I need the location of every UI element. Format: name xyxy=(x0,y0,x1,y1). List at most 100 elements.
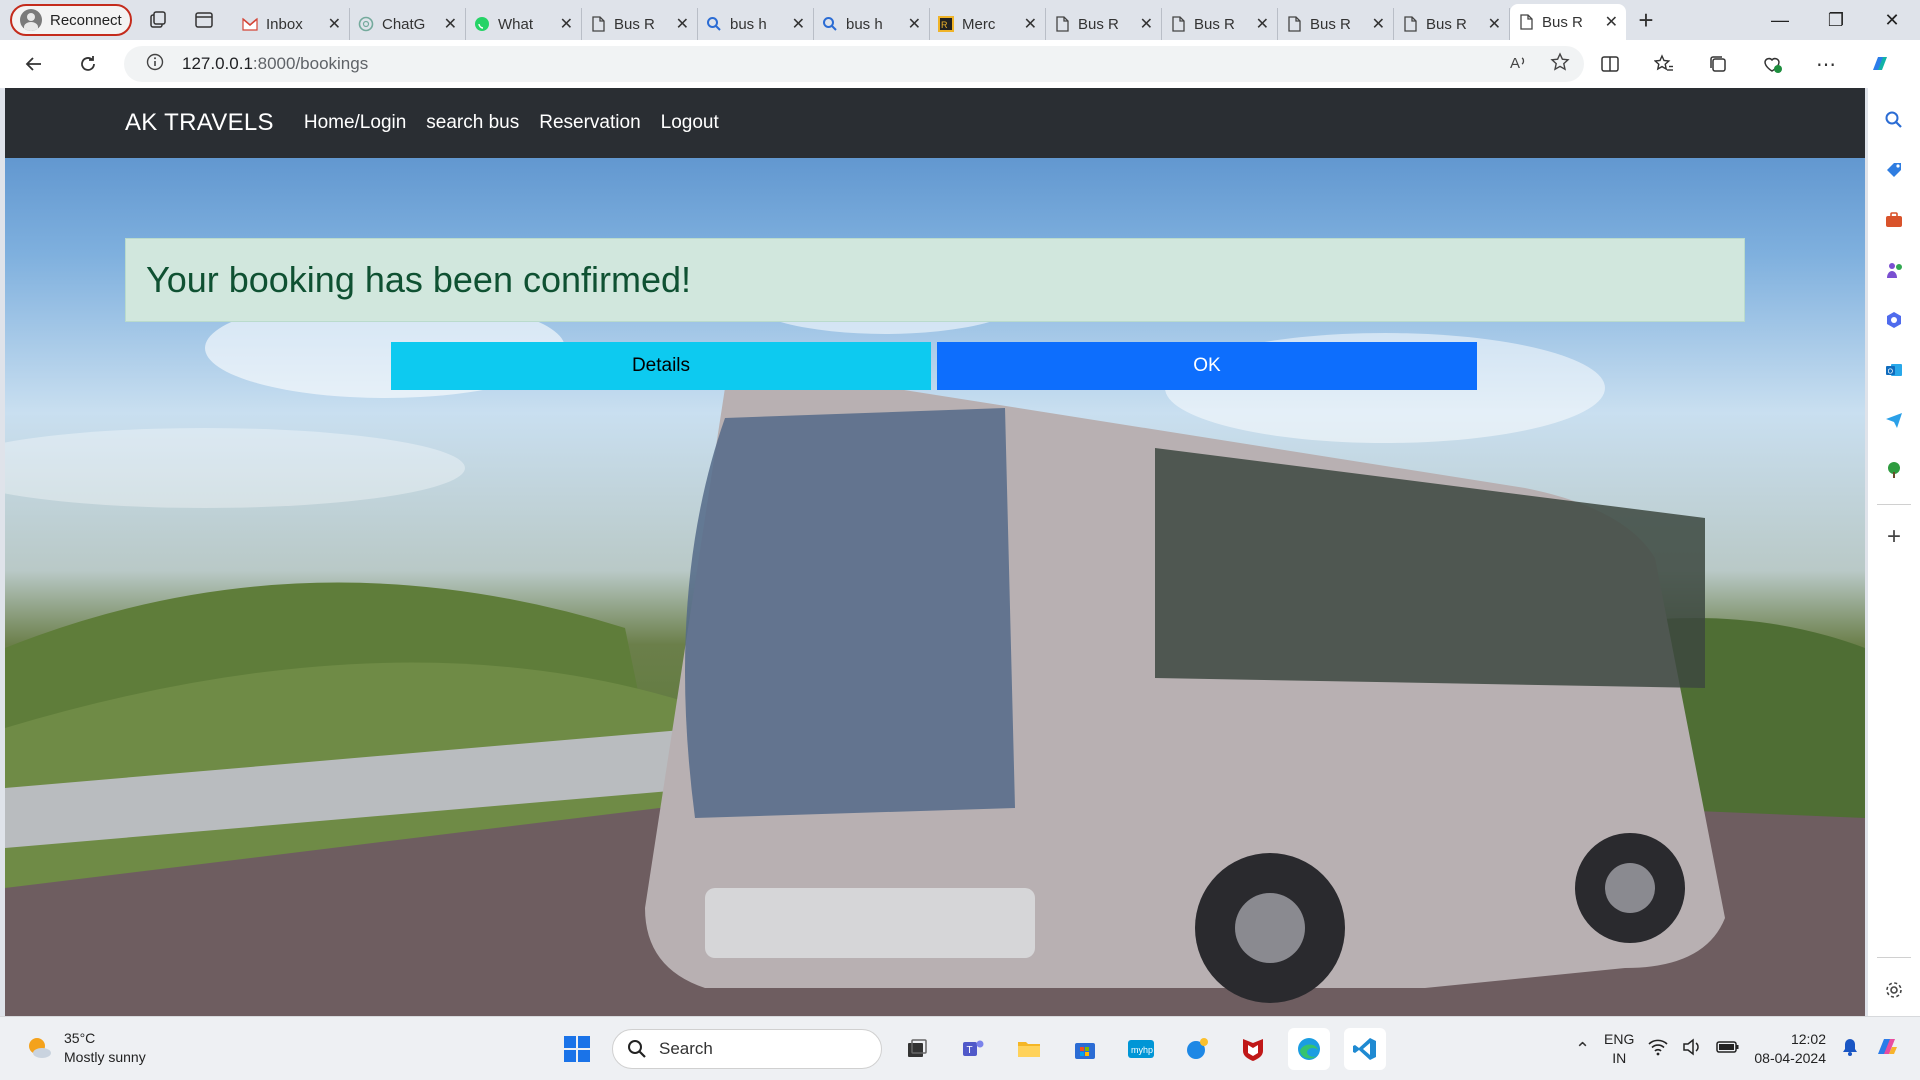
copilot-taskbar-icon[interactable] xyxy=(1874,1034,1900,1065)
tab-strip: Reconnect Inbox ✕ ChatG ✕ What ✕ Bus R ✕ bus h ✕ b… xyxy=(0,0,1920,40)
minimize-button[interactable]: — xyxy=(1752,0,1808,40)
close-window-button[interactable]: ✕ xyxy=(1864,0,1920,40)
more-options-icon[interactable]: ⋯ xyxy=(1806,44,1846,84)
url-text[interactable]: 127.0.0.1:8000/bookings xyxy=(182,54,368,74)
read-aloud-icon[interactable]: A xyxy=(1508,52,1528,77)
collections-icon[interactable] xyxy=(1698,44,1738,84)
close-tab-icon[interactable]: ✕ xyxy=(1372,14,1385,34)
mcafee-icon[interactable] xyxy=(1232,1028,1274,1070)
sidebar-divider xyxy=(1877,504,1911,505)
close-tab-icon[interactable]: ✕ xyxy=(1024,14,1037,34)
address-bar[interactable]: 127.0.0.1:8000/bookings A xyxy=(124,46,1584,82)
browser-tab[interactable]: ChatG ✕ xyxy=(350,8,466,40)
browser-tab[interactable]: Inbox ✕ xyxy=(234,8,350,40)
svg-text:myhp: myhp xyxy=(1131,1045,1153,1055)
close-tab-icon[interactable]: ✕ xyxy=(1256,14,1269,34)
copilot-icon[interactable] xyxy=(1860,44,1900,84)
workspaces-icon[interactable] xyxy=(138,4,178,36)
add-sidebar-app-icon[interactable]: + xyxy=(1876,519,1912,555)
browser-tab[interactable]: Bus R ✕ xyxy=(582,8,698,40)
browser-tab[interactable]: bus h ✕ xyxy=(814,8,930,40)
browser-tab[interactable]: What ✕ xyxy=(466,8,582,40)
browser-tab[interactable]: bus h ✕ xyxy=(698,8,814,40)
system-tray: ⌃ ENG IN 12:02 08-04-2024 xyxy=(1575,1025,1900,1073)
edge-browser-icon[interactable] xyxy=(1288,1028,1330,1070)
edge-sidebar: O + xyxy=(1868,88,1920,1016)
sidebar-search-icon[interactable] xyxy=(1876,102,1912,138)
tab-title: What xyxy=(498,15,534,33)
send-icon[interactable] xyxy=(1876,402,1912,438)
volume-icon[interactable] xyxy=(1682,1037,1702,1061)
sun-cloud-icon xyxy=(29,1038,51,1058)
close-tab-icon[interactable]: ✕ xyxy=(1605,12,1618,32)
close-tab-icon[interactable]: ✕ xyxy=(908,14,921,34)
tab-title: Bus R xyxy=(1078,15,1119,33)
nav-logout[interactable]: Logout xyxy=(661,112,719,134)
close-tab-icon[interactable]: ✕ xyxy=(328,14,341,34)
ok-button[interactable]: OK xyxy=(937,342,1477,390)
browser-tab[interactable]: Bus R ✕ xyxy=(1394,8,1510,40)
tab-actions-icon[interactable] xyxy=(184,4,224,36)
nav-reservation[interactable]: Reservation xyxy=(539,112,640,134)
vscode-icon[interactable] xyxy=(1344,1028,1386,1070)
notification-bell-icon[interactable] xyxy=(1840,1037,1860,1062)
browser-tab[interactable]: R Merc ✕ xyxy=(930,8,1046,40)
sidebar-settings-icon[interactable] xyxy=(1876,972,1912,1008)
hp-support-icon[interactable] xyxy=(1176,1028,1218,1070)
close-tab-icon[interactable]: ✕ xyxy=(1488,14,1501,34)
chatgpt-icon xyxy=(358,16,374,32)
weather-condition: Mostly sunny xyxy=(64,1049,146,1065)
tools-icon[interactable] xyxy=(1876,202,1912,238)
close-tab-icon[interactable]: ✕ xyxy=(676,14,689,34)
close-tab-icon[interactable]: ✕ xyxy=(560,14,573,34)
close-tab-icon[interactable]: ✕ xyxy=(1140,14,1153,34)
back-button[interactable] xyxy=(14,44,54,84)
favorites-icon[interactable] xyxy=(1644,44,1684,84)
language-indicator[interactable]: ENG IN xyxy=(1604,1030,1634,1068)
split-screen-icon[interactable] xyxy=(1590,44,1630,84)
show-hidden-icons-chevron-icon[interactable]: ⌃ xyxy=(1575,1039,1590,1060)
games-icon[interactable] xyxy=(1876,252,1912,288)
file-explorer-icon[interactable] xyxy=(1008,1028,1050,1070)
weather-widget[interactable]: 35°C Mostly sunny xyxy=(24,1029,146,1067)
new-tab-button[interactable]: + xyxy=(1626,4,1666,36)
nav-search-bus[interactable]: search bus xyxy=(426,112,519,134)
page-icon xyxy=(1170,16,1186,32)
profile-button[interactable]: Reconnect xyxy=(10,4,132,36)
wifi-icon[interactable] xyxy=(1648,1038,1668,1061)
browser-tab[interactable]: Bus R ✕ xyxy=(1278,8,1394,40)
myhp-icon[interactable]: myhp xyxy=(1120,1028,1162,1070)
microsoft-store-icon[interactable] xyxy=(1064,1028,1106,1070)
teams-icon[interactable]: T xyxy=(952,1028,994,1070)
tab-title: Inbox xyxy=(266,15,303,33)
battery-icon[interactable] xyxy=(1716,1039,1740,1060)
favorite-star-icon[interactable] xyxy=(1550,51,1570,77)
windows-start-icon[interactable] xyxy=(556,1028,598,1070)
svg-text:T: T xyxy=(967,1045,973,1056)
site-info-icon[interactable] xyxy=(146,53,164,76)
shopping-icon[interactable] xyxy=(1876,152,1912,188)
nav-home-login[interactable]: Home/Login xyxy=(304,112,406,134)
clock[interactable]: 12:02 08-04-2024 xyxy=(1754,1030,1826,1068)
outlook-icon[interactable]: O xyxy=(1876,352,1912,388)
close-tab-icon[interactable]: ✕ xyxy=(792,14,805,34)
browser-tab[interactable]: Bus R ✕ xyxy=(1510,4,1626,40)
taskbar-search[interactable]: Search xyxy=(612,1029,882,1069)
details-button[interactable]: Details xyxy=(391,342,931,390)
restore-button[interactable]: ❐ xyxy=(1808,0,1864,40)
taskbar-apps: Search T myhp xyxy=(556,1027,1386,1071)
tree-icon[interactable] xyxy=(1876,452,1912,488)
close-tab-icon[interactable]: ✕ xyxy=(444,14,457,34)
browser-tab[interactable]: Bus R ✕ xyxy=(1046,8,1162,40)
brand-logo[interactable]: AK TRAVELS xyxy=(125,109,274,137)
refresh-button[interactable] xyxy=(68,44,108,84)
browser-essentials-icon[interactable] xyxy=(1752,44,1792,84)
microsoft-365-icon[interactable] xyxy=(1876,302,1912,338)
browser-tab[interactable]: Bus R ✕ xyxy=(1162,8,1278,40)
svg-text:O: O xyxy=(1888,369,1894,376)
task-view-icon[interactable] xyxy=(896,1028,938,1070)
tab-title: Bus R xyxy=(614,15,655,33)
alert-message: Your booking has been confirmed! xyxy=(146,259,692,300)
tab-list: Inbox ✕ ChatG ✕ What ✕ Bus R ✕ bus h ✕ bus h ✕ R Merc… xyxy=(234,0,1626,40)
taskbar-search-placeholder: Search xyxy=(659,1039,713,1058)
